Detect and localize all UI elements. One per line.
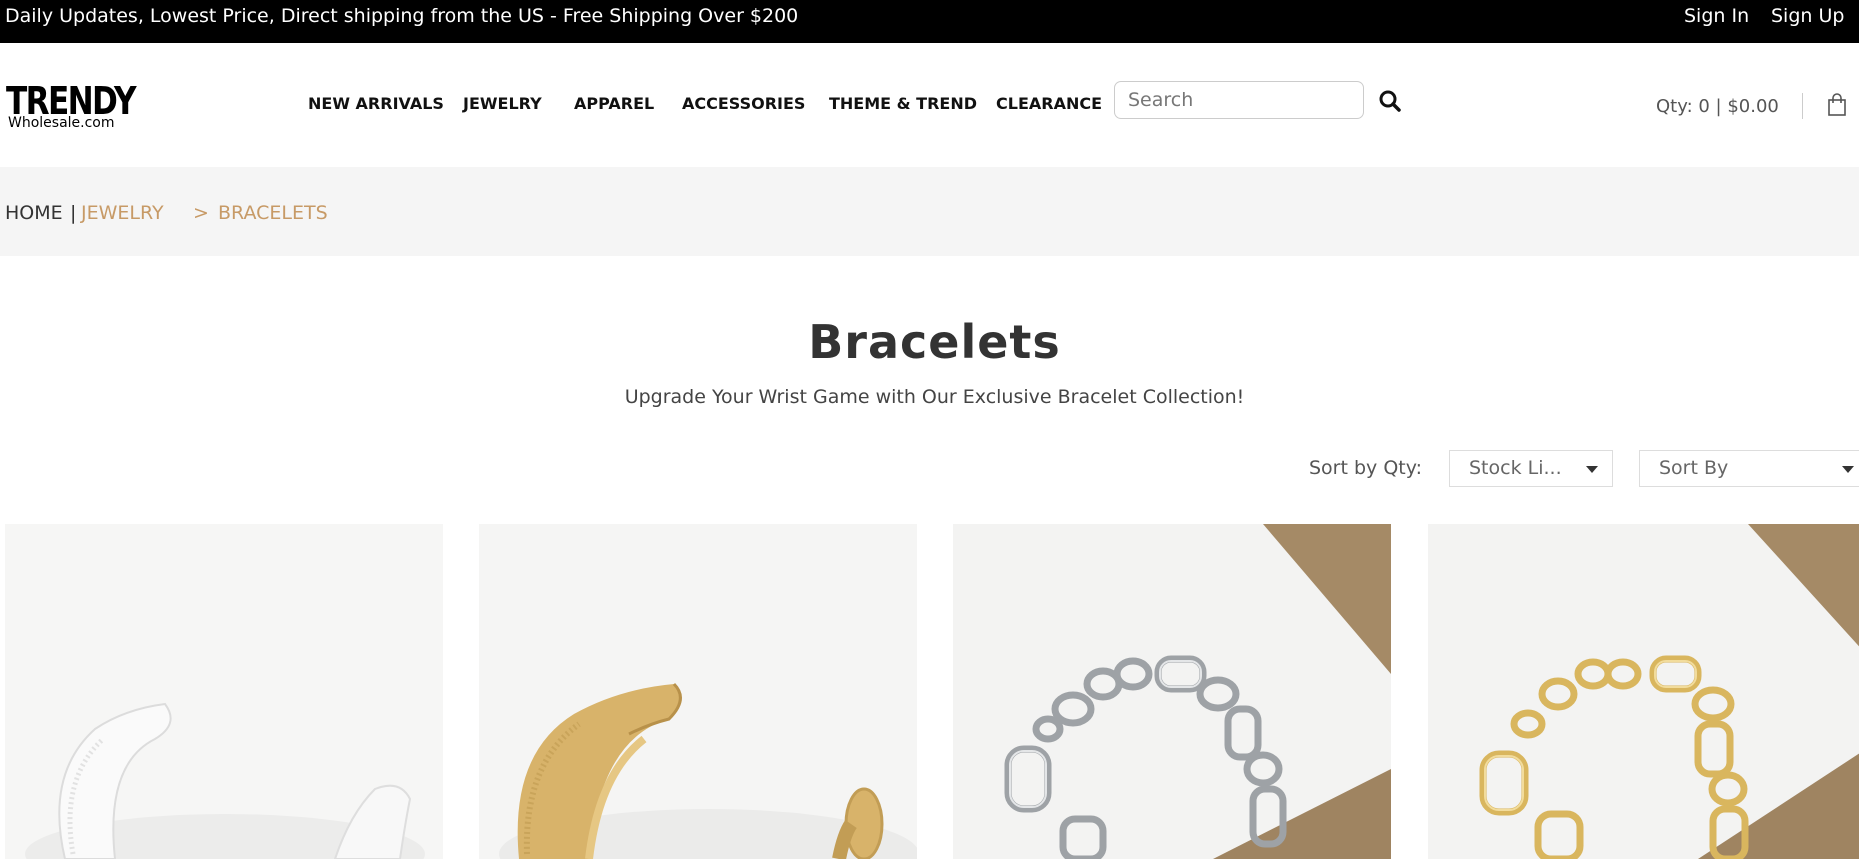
stock-filter-select[interactable]: Stock Li... [1449, 450, 1613, 487]
nav-clearance[interactable]: CLEARANCE [996, 92, 1102, 116]
nav-theme-trend[interactable]: THEME & TREND [829, 92, 977, 116]
breadcrumb: HOME | JEWELRY > BRACELETS [0, 167, 1859, 256]
product-image-white-cuff [5, 524, 443, 859]
caret-down-icon [1842, 466, 1854, 473]
top-announcement-bar: Daily Updates, Lowest Price, Direct ship… [0, 0, 1859, 43]
page-title: Bracelets [808, 315, 1061, 369]
search-input[interactable] [1114, 81, 1364, 119]
product-card-gold-chain-bracelet[interactable] [1428, 524, 1859, 859]
product-card-gold-cuff-bracelet[interactable] [479, 524, 917, 859]
product-image-gold-chain [1428, 524, 1859, 859]
product-card-silver-chain-bracelet[interactable] [953, 524, 1391, 859]
nav-jewelry[interactable]: JEWELRY [463, 92, 542, 116]
logo-sub-text: Wholesale.com [8, 115, 115, 131]
nav-new-arrivals[interactable]: NEW ARRIVALS [308, 92, 444, 116]
breadcrumb-separator: | [70, 202, 77, 224]
promo-text: Daily Updates, Lowest Price, Direct ship… [5, 5, 799, 27]
sign-in-link[interactable]: Sign In [1684, 4, 1749, 28]
sort-by-value: Sort By [1659, 457, 1729, 479]
search-icon[interactable] [1377, 88, 1403, 114]
nav-apparel[interactable]: APPAREL [574, 92, 654, 116]
shopping-bag-icon[interactable] [1827, 93, 1847, 117]
sort-by-select[interactable]: Sort By [1639, 450, 1859, 487]
logo[interactable]: TRENDY Wholesale.com [6, 81, 137, 137]
breadcrumb-jewelry[interactable]: JEWELRY [81, 201, 164, 225]
cart-divider [1802, 93, 1803, 119]
breadcrumb-home[interactable]: HOME [5, 201, 63, 225]
product-image-silver-chain [953, 524, 1391, 859]
stock-filter-value: Stock Li... [1469, 457, 1562, 479]
breadcrumb-bracelets[interactable]: BRACELETS [218, 201, 328, 225]
breadcrumb-arrow: > [193, 202, 209, 224]
cart-summary[interactable]: Qty: 0 | $0.00 [1656, 95, 1779, 119]
page-subtitle: Upgrade Your Wrist Game with Our Exclusi… [624, 386, 1245, 408]
product-card-white-cuff-bracelet[interactable] [5, 524, 443, 859]
nav-accessories[interactable]: ACCESSORIES [682, 92, 805, 116]
caret-down-icon [1586, 466, 1598, 473]
product-image-gold-cuff [479, 524, 917, 859]
site-header: TRENDY Wholesale.com NEW ARRIVALS JEWELR… [0, 43, 1859, 167]
sign-up-link[interactable]: Sign Up [1771, 4, 1844, 28]
sort-by-qty-label: Sort by Qty: [1309, 457, 1422, 479]
